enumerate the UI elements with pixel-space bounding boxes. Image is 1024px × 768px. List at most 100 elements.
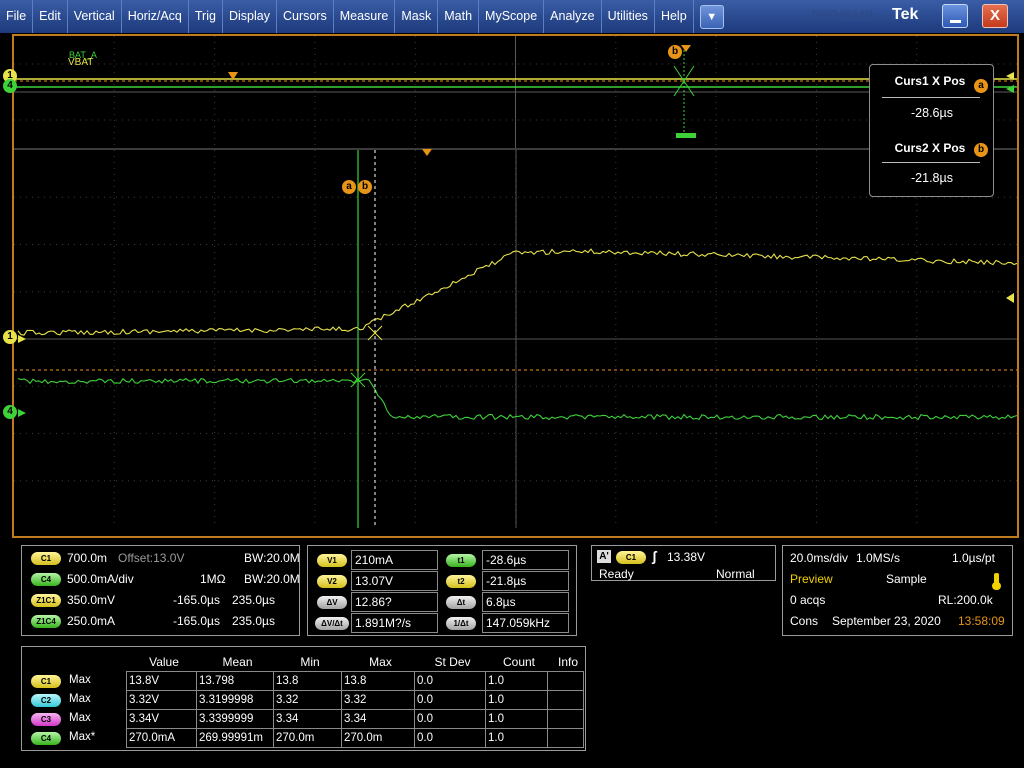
curs2-badge: b — [974, 143, 988, 157]
cursor-b-badge[interactable]: b — [358, 180, 372, 194]
menu-help[interactable]: Help — [655, 0, 694, 33]
measure-row-badge[interactable]: C2 — [31, 694, 61, 707]
c4-impedance: 1MΩ — [200, 572, 226, 586]
delta-v-value[interactable]: 12.86? — [351, 592, 438, 612]
t2-value[interactable]: -21.8µs — [482, 571, 569, 591]
measure-cell: 3.32V — [126, 690, 197, 710]
menu-analyze[interactable]: Analyze — [544, 0, 602, 33]
measure-cell: 3.34 — [273, 709, 342, 729]
cursor-a-badge[interactable]: a — [342, 180, 356, 194]
t1-value[interactable]: -28.6µs — [482, 550, 569, 570]
menu-more-button[interactable]: ▼ — [699, 4, 724, 29]
menu-cursors[interactable]: Cursors — [277, 0, 334, 33]
menu-horiz-acq[interactable]: Horiz/Acq — [122, 0, 189, 33]
ch4-ground-arrow — [18, 409, 26, 417]
c1-badge[interactable]: C1 — [31, 552, 61, 565]
measure-cell: 269.99991m — [196, 728, 274, 748]
measure-row-badge[interactable]: C4 — [31, 732, 61, 745]
zoom-cursor-b-badge[interactable]: b — [668, 45, 682, 59]
z1c4-badge[interactable]: Z1C4 — [31, 615, 61, 628]
channel-4-marker-label-2: 4 — [7, 406, 13, 417]
measure-row-badge[interactable]: C1 — [31, 675, 61, 688]
menu-measure[interactable]: Measure — [334, 0, 396, 33]
thermometer-bulb — [992, 582, 1001, 590]
trigger-slope-icon: ʃ — [652, 548, 657, 564]
menu-file[interactable]: File — [0, 0, 34, 33]
table-row: 3.32V 3.3199998 3.32 3.32 0.0 1.0 — [126, 690, 584, 710]
v1-value[interactable]: 210mA — [351, 550, 438, 570]
waveform-display[interactable]: BAT_A VBAT — [12, 34, 1019, 538]
menu-display[interactable]: Display — [223, 0, 277, 33]
curs1-value: -28.6µs — [911, 106, 953, 120]
channel-4-marker-top[interactable]: 4 — [3, 79, 17, 93]
z1c4-scale[interactable]: 250.0mA — [67, 614, 115, 628]
cursor-values-panel: V1 210mA V2 13.07V ΔV 12.86? ΔV/Δt 1.891… — [307, 545, 577, 636]
waveform-label-vbat: VBAT — [68, 57, 94, 68]
measure-cell: 270.0m — [273, 728, 342, 748]
measure-row-type: Max — [69, 693, 91, 705]
close-button[interactable]: X — [982, 4, 1008, 28]
c4-badge[interactable]: C4 — [31, 573, 61, 586]
c4-scale[interactable]: 500.0mA/div — [67, 572, 134, 586]
menu-trig[interactable]: Trig — [189, 0, 223, 33]
ch1-trace — [17, 248, 1017, 336]
inv-dt-value[interactable]: 147.059kHz — [482, 613, 569, 633]
trigger-mode: Normal — [716, 567, 755, 581]
measure-cell: 3.3199998 — [196, 690, 274, 710]
point-rate: 1.0µs/pt — [952, 551, 995, 565]
c1-scale[interactable]: 700.0m — [67, 551, 107, 565]
brand-logo: Tek — [892, 6, 919, 23]
measurements-table: 13.8V 13.798 13.8 13.8 0.0 1.0 3.32V 3.3199998 3… — [126, 671, 584, 748]
minimize-button[interactable] — [942, 4, 968, 28]
table-row: 270.0mA 269.99991m 270.0m 270.0m 0.0 1.0 — [126, 728, 584, 748]
waveform-graticule — [14, 36, 1017, 528]
measure-cell — [547, 690, 584, 710]
menu-utilities[interactable]: Utilities — [602, 0, 655, 33]
acq-count: 0 acqs — [790, 593, 826, 607]
zoom-window-marker — [676, 133, 696, 138]
delta-t-badge: Δt — [446, 596, 476, 609]
c4-bandwidth: BW:20.0M — [244, 572, 300, 586]
dv-dt-value[interactable]: 1.891M?/s — [351, 613, 438, 633]
table-row: 13.8V 13.798 13.8 13.8 0.0 1.0 — [126, 671, 584, 691]
measure-cell: 3.3399999 — [196, 709, 274, 729]
z1c1-badge[interactable]: Z1C1 — [31, 594, 61, 607]
c1-offset[interactable]: Offset:13.0V — [118, 551, 185, 565]
acquisition-panel[interactable]: 20.0ms/div 1.0MS/s 1.0µs/pt Preview Samp… — [782, 545, 1013, 636]
measure-cell: 1.0 — [485, 671, 548, 691]
t1-badge: t1 — [446, 554, 476, 567]
v2-value[interactable]: 13.07V — [351, 571, 438, 591]
measure-cell: 1.0 — [485, 709, 548, 729]
measure-header-st-dev: St Dev — [434, 655, 471, 669]
menu-vertical[interactable]: Vertical — [68, 0, 122, 33]
overview-cursor-marker — [681, 45, 691, 52]
channel-4-marker[interactable]: 4 — [3, 405, 17, 419]
z1c1-duration: 235.0µs — [232, 593, 275, 607]
z1c1-scale[interactable]: 350.0mV — [67, 593, 115, 607]
measure-header-info: Info — [557, 655, 578, 669]
sample-mode: Sample — [886, 572, 927, 586]
zoom-cursor-b-letter: b — [671, 46, 679, 57]
measure-row-badge[interactable]: C3 — [31, 713, 61, 726]
measure-row-type: Max — [69, 712, 91, 724]
measure-header-mean: Mean — [222, 655, 253, 669]
v1-badge: V1 — [317, 554, 347, 567]
menu-items: File Edit Vertical Horiz/Acq Trig Display Curs… — [0, 0, 694, 33]
trigger-source-badge: C1 — [616, 551, 646, 564]
time-per-div: 20.0ms/div — [790, 551, 849, 565]
curs1-title: Curs1 X Pos — [894, 74, 966, 88]
channel-settings-panel: C1 700.0m Offset:13.0V BW:20.0M C4 500.0… — [21, 545, 300, 636]
measure-cell: 3.32 — [273, 690, 342, 710]
acq-time: 13:58:09 — [958, 614, 1005, 628]
delta-t-value[interactable]: 6.8µs — [482, 592, 569, 612]
trigger-panel[interactable]: A' C1 ʃ 13.38V Ready Normal — [591, 545, 776, 581]
acq-date: September 23, 2020 — [832, 614, 941, 628]
cursor-position-readout[interactable]: Curs1 X Pos a -28.6µs Curs2 X Pos b -21.… — [869, 64, 994, 197]
menu-edit[interactable]: Edit — [33, 0, 68, 33]
menu-mask[interactable]: Mask — [395, 0, 439, 33]
menu-math[interactable]: Math — [438, 0, 480, 33]
channel-1-marker[interactable]: 1 — [3, 330, 17, 344]
measure-cell: 3.34V — [126, 709, 197, 729]
menu-myscope[interactable]: MyScope — [479, 0, 545, 33]
c1-bandwidth: BW:20.0M — [244, 551, 300, 565]
